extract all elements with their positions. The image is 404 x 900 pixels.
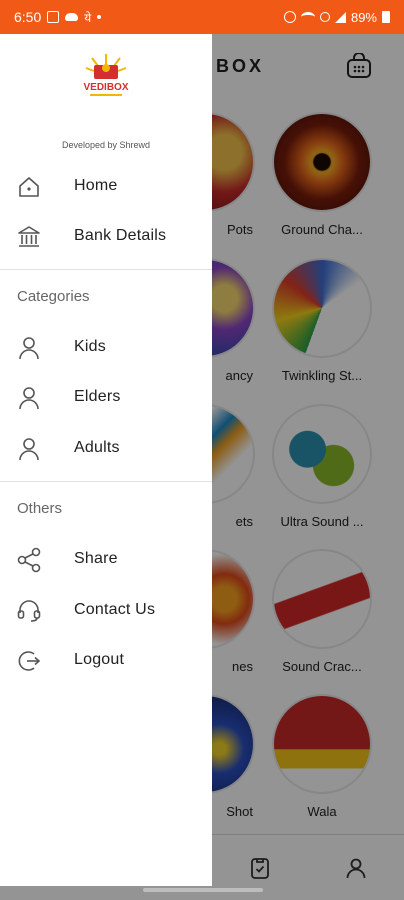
drawer-item-label: Kids xyxy=(74,338,106,355)
divider xyxy=(0,481,212,482)
status-time: 6:50 xyxy=(14,9,42,25)
divider xyxy=(0,269,212,270)
drawer-item-kids[interactable]: Kids xyxy=(0,322,212,372)
cloud-icon xyxy=(65,13,79,21)
drawer-item-label: Adults xyxy=(74,439,120,456)
person-icon xyxy=(19,337,39,360)
others-heading: Others xyxy=(17,500,63,517)
drawer-item-share[interactable]: Share xyxy=(0,534,212,584)
battery-percent: 89% xyxy=(350,9,377,25)
bank-icon xyxy=(18,226,40,247)
drawer-item-logout[interactable]: Logout xyxy=(0,635,212,685)
drawer-item-bank-details[interactable]: Bank Details xyxy=(0,211,212,261)
notification-dot-icon xyxy=(97,15,102,19)
gesture-bar[interactable] xyxy=(143,888,263,892)
brand-header: VEDIBOX xyxy=(0,50,212,115)
home-icon xyxy=(19,177,39,197)
status-bar: 6:50 ये 89% xyxy=(0,0,404,34)
drawer-item-elders[interactable]: Elders xyxy=(0,372,212,422)
network-glyph: ये xyxy=(84,10,92,25)
person-icon xyxy=(19,438,39,461)
call-icon xyxy=(319,12,330,22)
drawer-item-label: Home xyxy=(74,177,118,194)
drawer-item-label: Elders xyxy=(74,388,121,405)
logo-text: VEDIBOX xyxy=(83,82,128,93)
logout-icon xyxy=(18,651,41,671)
alarm-icon xyxy=(283,11,296,23)
person-icon xyxy=(19,387,39,410)
drawer-item-label: Bank Details xyxy=(74,227,167,244)
share-icon xyxy=(17,547,41,573)
battery-icon xyxy=(382,11,390,23)
developer-credit: Developed by Shrewd xyxy=(61,140,151,150)
drawer-item-label: Logout xyxy=(74,651,125,668)
vedibox-logo: VEDIBOX xyxy=(83,54,129,96)
categories-heading: Categories xyxy=(17,288,90,305)
navigation-drawer: VEDIBOX Developed by Shrewd Home Bank De… xyxy=(0,34,212,886)
wifi-icon xyxy=(300,12,315,22)
drawer-item-home[interactable]: Home xyxy=(0,161,212,211)
screen: { "status_bar": { "time": "6:50", "netwo… xyxy=(0,0,404,900)
drawer-item-contact-us[interactable]: Contact Us xyxy=(0,585,212,635)
headset-icon xyxy=(17,600,41,622)
drawer-item-adults[interactable]: Adults xyxy=(0,423,212,473)
drawer-item-label: Share xyxy=(74,550,118,567)
gallery-notification-icon xyxy=(47,11,60,23)
signal-icon xyxy=(334,11,346,23)
drawer-item-label: Contact Us xyxy=(74,601,156,618)
